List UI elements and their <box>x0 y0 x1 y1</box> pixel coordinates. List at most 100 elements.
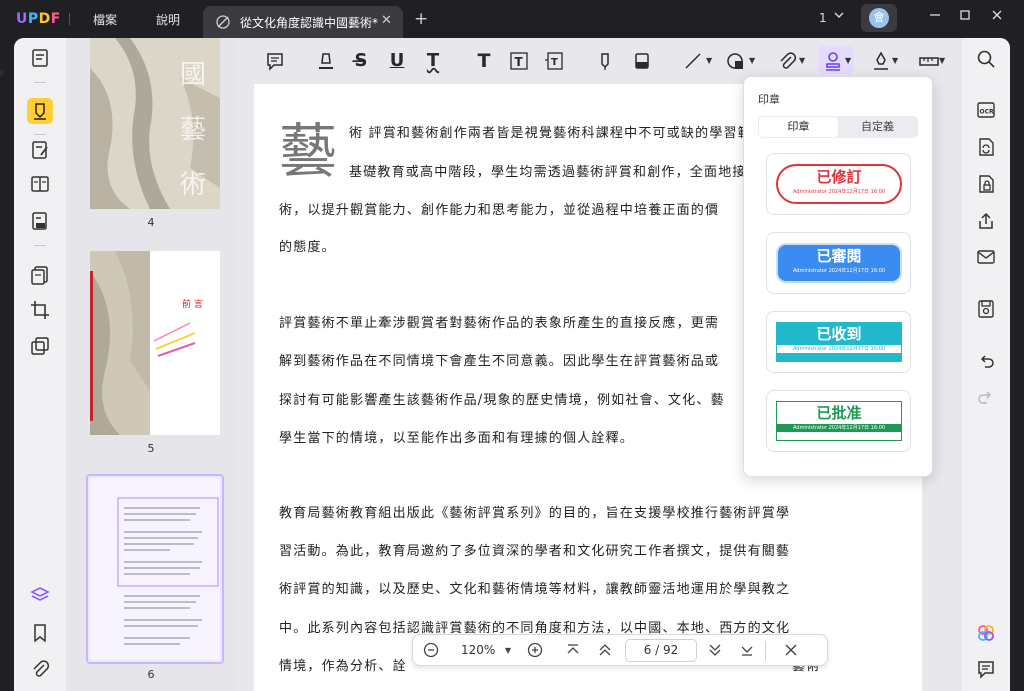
maximize-icon[interactable] <box>958 8 972 26</box>
zoom-out-icon[interactable] <box>423 642 439 662</box>
page-number-input[interactable]: 6 / 92 <box>625 639 697 662</box>
panel-indicator <box>0 69 4 77</box>
zoom-dropdown-icon[interactable]: ▼ <box>505 646 511 655</box>
page-layout-icon[interactable] <box>29 173 51 195</box>
undo-icon[interactable] <box>975 351 997 373</box>
edited-doc-icon <box>215 14 231 30</box>
stamp-panel-title: 印章 <box>758 93 780 106</box>
body-text-line: 術 評賞和藝術創作兩者皆是視覺藝術科課程中不可或缺的學習範 <box>349 126 752 141</box>
avatar[interactable]: 會 <box>869 8 889 28</box>
svg-text:T: T <box>515 55 524 69</box>
body-text-line: 解到藝術作品在不同情境下會產生不同意義。因此學生在評賞藝術品或 <box>279 354 720 369</box>
underline-icon[interactable]: U <box>386 50 408 72</box>
minimize-icon[interactable] <box>928 8 942 26</box>
squiggly-icon[interactable]: T <box>422 50 444 72</box>
page-navigation-bar: 120% ▼ 6 / 92 <box>412 634 828 666</box>
previous-page-icon[interactable] <box>597 642 613 662</box>
chevron-down-icon[interactable]: ▼ <box>799 56 805 65</box>
attachment-icon[interactable] <box>29 658 51 680</box>
attach-file-icon[interactable] <box>776 50 798 72</box>
chevron-down-icon[interactable]: ▼ <box>939 56 945 65</box>
tab-stamps[interactable]: 印章 <box>759 117 838 137</box>
stamp-received[interactable]: 已收到 Administrator 2024年12月17日 16:00 <box>766 311 911 373</box>
document-tab[interactable]: 從文化角度認識中國藝術* ✕ <box>203 6 403 38</box>
line-shape-icon[interactable] <box>682 50 704 72</box>
right-toolbar: OCR <box>962 38 1010 691</box>
shape-icon[interactable] <box>725 50 747 72</box>
body-text-line: 情境，作為分析、詮 <box>279 659 407 674</box>
chevron-down-icon[interactable] <box>833 9 845 24</box>
updf-logo: UPDF <box>16 11 61 27</box>
page-thumbnail-6[interactable] <box>90 478 220 660</box>
svg-text:國: 國 <box>180 60 206 90</box>
chevron-down-icon[interactable]: ▼ <box>892 56 898 65</box>
title-bar: UPDF 檔案 說明 從文化角度認識中國藝術* ✕ + 1 會 <box>0 0 1024 38</box>
highlight-icon[interactable] <box>315 50 337 72</box>
body-text-line: 探討有可能影響產生該藝術作品/現象的歷史情境，例如社會、文化、藝 <box>279 393 725 408</box>
divider <box>34 134 46 135</box>
tools-icon[interactable] <box>29 335 51 357</box>
close-tab-icon[interactable]: ✕ <box>381 13 392 28</box>
chevron-down-icon[interactable]: ▼ <box>749 56 755 65</box>
menu-file[interactable]: 檔案 <box>93 11 117 28</box>
strikethrough-icon[interactable]: S̶ <box>350 50 372 72</box>
eraser-icon[interactable] <box>631 50 653 72</box>
stamp-icon[interactable] <box>822 50 844 72</box>
reader-icon[interactable] <box>29 47 51 69</box>
page-number-label: 5 <box>147 442 155 455</box>
page-thumbnail-5[interactable]: 前 言 <box>90 251 220 435</box>
chevron-down-icon[interactable]: ▼ <box>845 56 851 65</box>
window-count[interactable]: 1 <box>819 11 827 25</box>
signature-icon[interactable] <box>870 50 892 72</box>
chevron-down-icon[interactable]: ▼ <box>706 56 712 65</box>
stamp-subtext: Administrator 2024年12月17日 16:00 <box>792 268 886 274</box>
thumbnail-pane: 國 藝 術 4 前 言 5 6 <box>66 38 236 691</box>
next-page-icon[interactable] <box>707 642 723 662</box>
ai-assistant-icon[interactable] <box>975 622 997 644</box>
zoom-in-icon[interactable] <box>527 642 543 662</box>
crop-page-icon[interactable] <box>29 299 51 321</box>
fill-sign-icon[interactable] <box>29 210 51 232</box>
drop-cap: 藝 <box>279 117 338 185</box>
convert-icon[interactable] <box>975 136 997 158</box>
comment-list-icon[interactable] <box>975 658 997 680</box>
zoom-level[interactable]: 120% <box>461 643 495 657</box>
ocr-icon[interactable]: OCR <box>975 99 997 121</box>
tab-custom[interactable]: 自定義 <box>838 117 917 137</box>
stamp-revised[interactable]: 已修訂 Administrator 2024年12月17日 16:00 <box>766 153 911 215</box>
organize-pages-icon[interactable] <box>29 264 51 286</box>
edit-pdf-icon[interactable] <box>29 139 51 161</box>
search-icon[interactable] <box>975 48 997 70</box>
stamp-reviewed[interactable]: 已審閱 Administrator 2024年12月17日 16:00 <box>766 232 911 294</box>
email-icon[interactable] <box>975 246 997 268</box>
menu-help[interactable]: 說明 <box>156 11 180 28</box>
text-box-icon[interactable]: T <box>508 50 530 72</box>
new-tab-icon[interactable]: + <box>414 9 428 29</box>
stamp-approved[interactable]: 已批准 Administrator 2024年12月17日 16:00 <box>766 390 911 452</box>
first-page-icon[interactable] <box>565 642 581 662</box>
protect-icon[interactable] <box>975 173 997 195</box>
last-page-icon[interactable] <box>739 642 755 662</box>
page5-heading: 前 言 <box>182 300 203 310</box>
redo-icon[interactable] <box>975 387 997 409</box>
body-text-line: 的態度。 <box>279 240 336 255</box>
page-thumbnail-4[interactable]: 國 藝 術 <box>90 38 220 209</box>
save-icon[interactable] <box>975 298 997 320</box>
stamp-text: 已審閱 <box>816 247 862 265</box>
pencil-icon[interactable] <box>594 50 616 72</box>
close-navbar-icon[interactable] <box>783 642 799 662</box>
text-icon[interactable]: T <box>473 50 495 72</box>
measure-icon[interactable] <box>918 50 940 72</box>
close-window-icon[interactable] <box>990 8 1004 26</box>
comment-highlighter-icon[interactable] <box>29 100 51 122</box>
share-icon[interactable] <box>975 210 997 232</box>
body-text-line: 評賞藝術不單止牽涉觀賞者對藝術作品的表象所產生的直接反應，更需 <box>279 316 720 331</box>
svg-text:藝: 藝 <box>180 115 206 145</box>
stamp-subtext: Administrator 2024年12月17日 16:00 <box>777 345 901 353</box>
layers-icon[interactable] <box>29 584 51 606</box>
bookmark-icon[interactable] <box>29 622 51 644</box>
current-page: 6 <box>643 643 652 657</box>
page-number-label: 6 <box>147 668 155 681</box>
text-callout-icon[interactable]: T <box>543 50 565 72</box>
note-icon[interactable] <box>264 50 286 72</box>
